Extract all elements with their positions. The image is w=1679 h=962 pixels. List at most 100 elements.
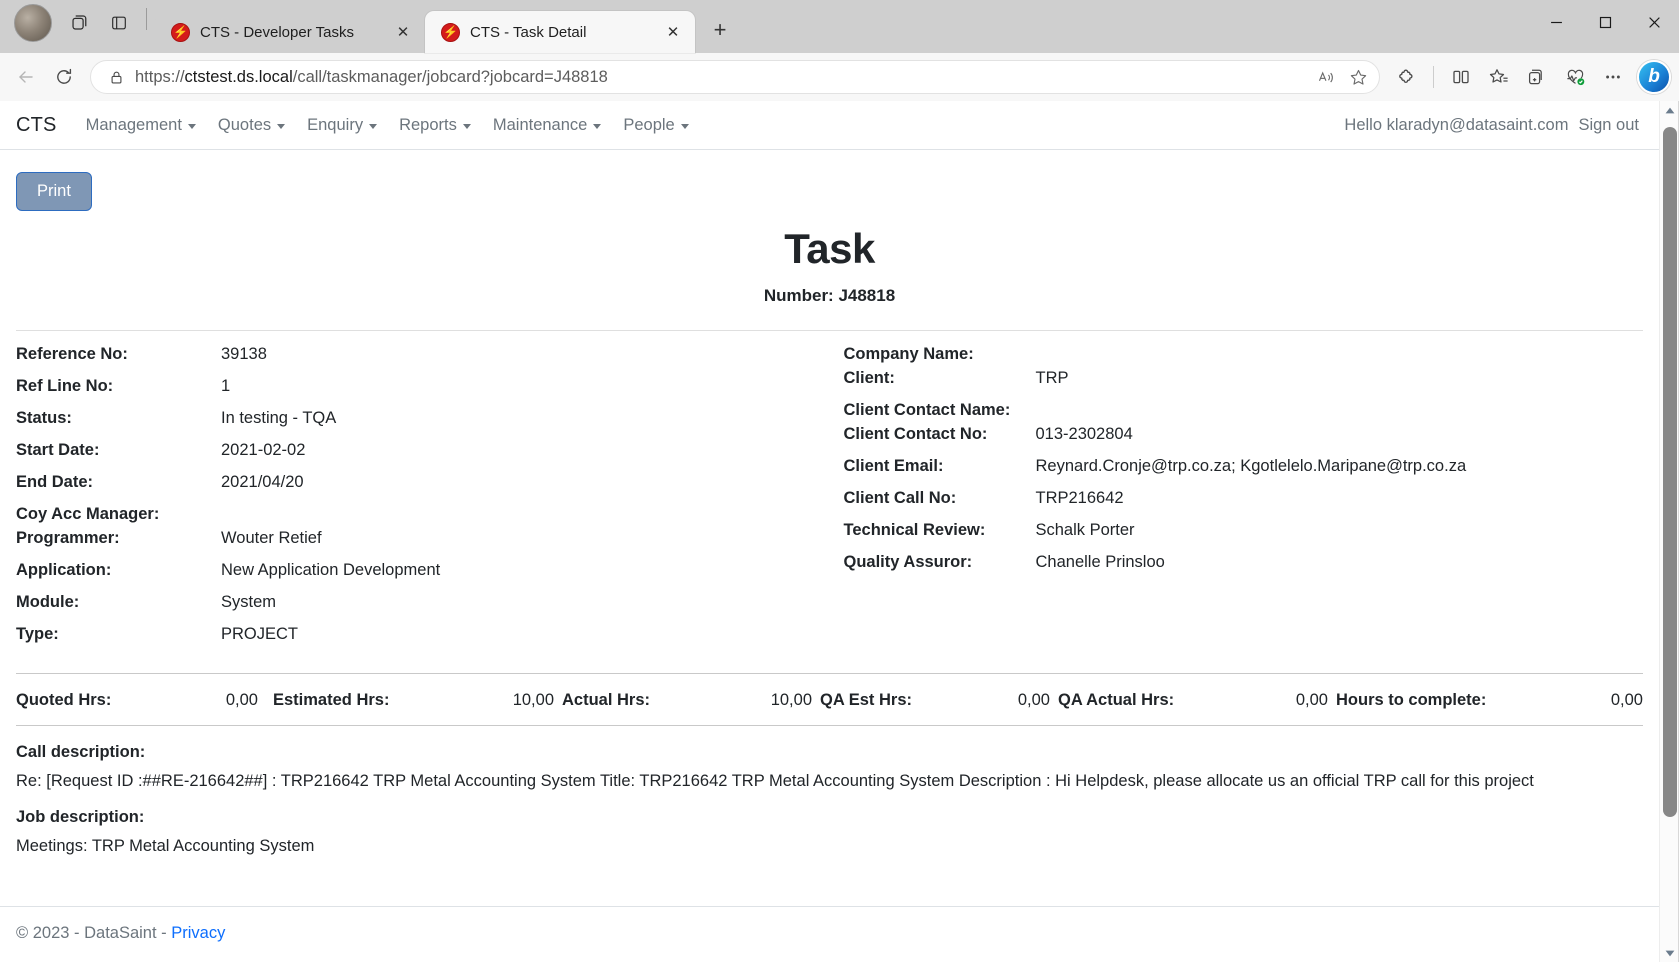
app-navbar: CTS Management Quotes Enquiry Reports Ma… [0, 101, 1659, 150]
hours-value: 0,00 [225, 690, 258, 709]
field-application: Application: New Application Development [16, 561, 830, 593]
field-value: 1 [221, 376, 231, 395]
field-value: New Application Development [221, 560, 441, 579]
field-value: Wouter Retief [221, 528, 322, 547]
field-label: Module: [16, 592, 80, 611]
chevron-down-icon [369, 123, 378, 129]
close-icon[interactable]: ✕ [391, 20, 415, 44]
scrollbar-track[interactable] [1660, 119, 1679, 944]
field-module: Module: System [16, 593, 830, 625]
collections-icon[interactable] [1519, 59, 1555, 95]
field-reference-no: Reference No: 39138 [16, 345, 830, 377]
scroll-up-icon[interactable] [1660, 101, 1679, 119]
hours-cell-to-complete: Hours to complete: 0,00 [1336, 691, 1643, 710]
nav-item-label: Management [85, 115, 182, 134]
field-end-date: End Date: 2021/04/20 [16, 473, 830, 505]
field-label: Reference No: [16, 344, 128, 363]
field-value: TRP216642 [1035, 488, 1124, 507]
nav-item-label: Maintenance [492, 115, 588, 134]
tab-actions-icon[interactable] [60, 4, 98, 42]
field-label: Ref Line No: [16, 376, 114, 395]
hours-summary-row: Quoted Hrs: 0,00 Estimated Hrs: 10,00 Ac… [16, 674, 1643, 725]
field-label: Client Contact Name: [843, 400, 1011, 419]
task-number: Number: J48818 [763, 285, 896, 305]
browser-tab-0[interactable]: ⚡ CTS - Developer Tasks ✕ [155, 11, 425, 53]
refresh-icon[interactable] [46, 59, 82, 95]
job-description-label: Job description: [16, 807, 145, 826]
read-aloud-icon[interactable] [1311, 62, 1341, 92]
field-value: 013-2302804 [1035, 424, 1133, 443]
tab-strip: ⚡ CTS - Developer Tasks ✕ ⚡ CTS - Task D… [155, 0, 737, 53]
tab-title: CTS - Task Detail [470, 23, 587, 41]
split-screen-icon[interactable] [1443, 59, 1479, 95]
field-label: Application: [16, 560, 112, 579]
field-company-name: Company Name: [844, 345, 1644, 369]
field-value: Schalk Porter [1035, 520, 1135, 539]
chevron-down-icon [680, 123, 689, 129]
field-quality-assuror: Quality Assuror: Chanelle Prinsloo [844, 553, 1644, 585]
privacy-link[interactable]: Privacy [171, 924, 225, 942]
hours-value: 10,00 [512, 690, 554, 709]
scrollbar-thumb[interactable] [1662, 127, 1677, 817]
page-footer: © 2023 - DataSaint - Privacy [0, 906, 1659, 962]
nav-item-label: Enquiry [307, 115, 364, 134]
address-bar-actions [1311, 62, 1373, 92]
field-label: Client Contact No: [843, 424, 988, 443]
copilot-icon[interactable]: b [1637, 60, 1671, 94]
profile-avatar[interactable] [14, 3, 52, 42]
sign-out-link[interactable]: Sign out [1578, 116, 1639, 135]
app-brand[interactable]: CTS [16, 114, 57, 137]
hours-value: 0,00 [1017, 690, 1050, 709]
field-programmer: Programmer: Wouter Retief [16, 529, 830, 561]
back-icon[interactable] [8, 59, 44, 95]
nav-item-maintenance[interactable]: Maintenance [482, 110, 612, 141]
page-scrollbar[interactable] [1659, 101, 1679, 962]
titlebar-divider [146, 7, 147, 30]
detail-columns: Reference No: 39138 Ref Line No: 1 Statu… [16, 331, 1643, 657]
field-label: Status: [16, 408, 72, 427]
add-favorite-star-icon[interactable] [1343, 62, 1373, 92]
hours-value: 0,00 [1295, 690, 1328, 709]
footer-copyright: © 2023 - DataSaint - [16, 924, 172, 942]
hours-label: Estimated Hrs: [273, 690, 390, 709]
chevron-down-icon [462, 123, 471, 129]
field-value: In testing - TQA [221, 408, 337, 427]
field-label: Quality Assuror: [843, 552, 973, 571]
browser-essentials-icon[interactable] [1557, 59, 1593, 95]
call-description-text: Re: [Request ID :##RE-216642##] : TRP216… [16, 771, 1534, 790]
field-value: 39138 [221, 344, 267, 363]
field-value: Reynard.Cronje@trp.co.za; Kgotlelelo.Mar… [1035, 456, 1467, 475]
settings-and-more-icon[interactable] [1595, 59, 1631, 95]
nav-item-reports[interactable]: Reports [388, 110, 482, 141]
nav-item-management[interactable]: Management [75, 110, 207, 141]
new-tab-button[interactable]: + [703, 13, 737, 47]
chevron-down-icon [187, 123, 196, 129]
nav-item-label: Reports [399, 115, 457, 134]
hours-cell-qa-est: QA Est Hrs: 0,00 [820, 691, 1058, 710]
nav-item-quotes[interactable]: Quotes [207, 110, 296, 141]
extensions-icon[interactable] [1388, 59, 1424, 95]
field-coy-acc-manager: Coy Acc Manager: [16, 505, 830, 529]
job-description-text: Meetings: TRP Metal Accounting System [16, 836, 315, 855]
browser-tab-1[interactable]: ⚡ CTS - Task Detail ✕ [425, 11, 695, 53]
field-label: Start Date: [16, 440, 100, 459]
maximize-button[interactable] [1581, 0, 1630, 45]
favorites-icon[interactable] [1481, 59, 1517, 95]
nav-item-enquiry[interactable]: Enquiry [296, 110, 388, 141]
browser-toolbar: https://ctstest.ds.local/call/taskmanage… [0, 53, 1679, 101]
hours-label: QA Actual Hrs: [1058, 690, 1175, 709]
field-start-date: Start Date: 2021-02-02 [16, 441, 830, 473]
hours-cell-actual: Actual Hrs: 10,00 [562, 691, 820, 710]
close-window-button[interactable] [1630, 0, 1679, 45]
call-description-label: Call description: [16, 742, 146, 761]
field-client-call-no: Client Call No: TRP216642 [844, 489, 1644, 521]
split-pane-icon[interactable] [100, 4, 138, 42]
close-icon[interactable]: ✕ [661, 20, 685, 44]
field-value: Chanelle Prinsloo [1035, 552, 1165, 571]
print-button[interactable]: Print [16, 172, 92, 211]
page-viewport: CTS Management Quotes Enquiry Reports Ma… [0, 101, 1679, 962]
nav-item-people[interactable]: People [612, 110, 699, 141]
scroll-down-icon[interactable] [1660, 944, 1679, 962]
minimize-button[interactable] [1532, 0, 1581, 45]
address-bar[interactable]: https://ctstest.ds.local/call/taskmanage… [90, 60, 1380, 94]
